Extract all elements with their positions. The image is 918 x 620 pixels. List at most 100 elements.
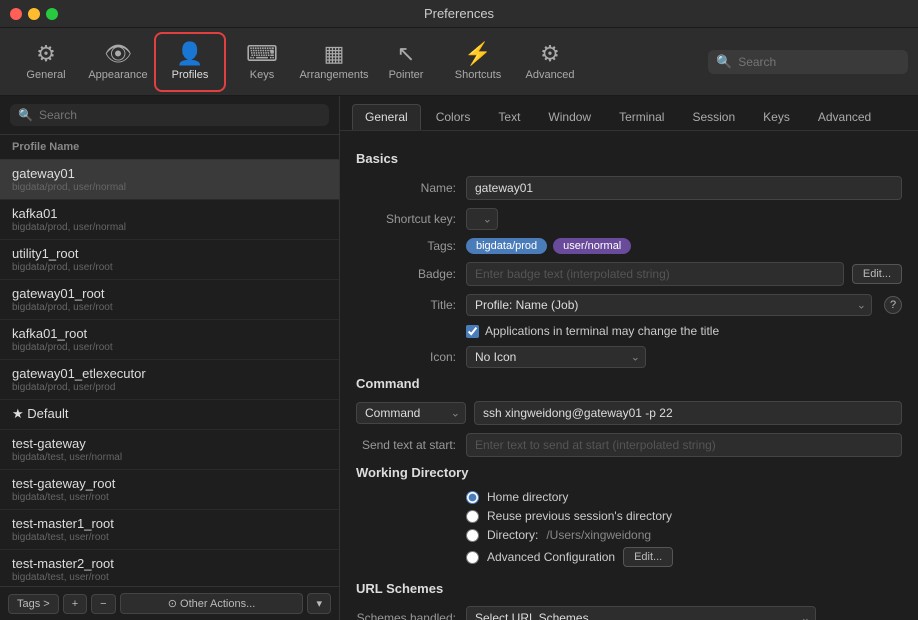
command-input[interactable] (474, 401, 902, 425)
toolbar-item-appearance[interactable]: 👁 Appearance (82, 32, 154, 92)
toolbar-label-general: General (26, 69, 65, 81)
toolbar-item-pointer[interactable]: ↖ Pointer (370, 32, 442, 92)
badge-input[interactable] (466, 262, 844, 286)
tab-colors[interactable]: Colors (423, 104, 484, 130)
tags-button[interactable]: Tags > (8, 594, 59, 614)
list-item[interactable]: gateway01 bigdata/prod, user/normal (0, 160, 339, 200)
radio-reuse-label: Reuse previous session's directory (487, 509, 672, 523)
tags-label: Tags: (356, 239, 466, 253)
toolbar-item-shortcuts[interactable]: ⚡ Shortcuts (442, 32, 514, 92)
close-button[interactable] (10, 8, 22, 20)
tag-user[interactable]: user/normal (553, 238, 631, 254)
toolbar-search-input[interactable] (738, 55, 900, 69)
shortcut-select[interactable] (466, 208, 498, 230)
sidebar-search-input[interactable] (39, 108, 321, 122)
icon-label: Icon: (356, 350, 466, 364)
url-schemes-row: Schemes handled: Select URL Schemes... (356, 606, 902, 620)
radio-reuse-input[interactable] (466, 510, 479, 523)
profile-list-header: Profile Name (0, 135, 339, 160)
title-help-button[interactable]: ? (884, 296, 902, 314)
add-profile-button[interactable]: + (63, 594, 87, 614)
profile-name: kafka01_root (12, 326, 327, 341)
list-item[interactable]: gateway01_root bigdata/prod, user/root (0, 280, 339, 320)
appearance-icon: 👁 (104, 43, 132, 65)
profiles-icon: 👤 (176, 43, 203, 65)
title-change-checkbox[interactable] (466, 325, 479, 338)
badge-field-wrapper: Edit... (466, 262, 902, 286)
profile-sub: bigdata/prod, user/prod (12, 382, 327, 393)
schemes-select[interactable]: Select URL Schemes... (466, 606, 816, 620)
toolbar-item-arrangements[interactable]: ▦ Arrangements (298, 32, 370, 92)
sidebar-search-box[interactable]: 🔍 (10, 104, 329, 126)
toolbar-search-icon: 🔍 (716, 54, 732, 70)
profile-name: test-master2_root (12, 556, 327, 571)
toolbar-label-profiles: Profiles (172, 69, 209, 81)
pointer-icon: ↖ (397, 43, 415, 65)
name-input[interactable] (466, 176, 902, 200)
arrangements-icon: ▦ (324, 43, 345, 65)
list-item[interactable]: ★ Default (0, 400, 339, 430)
minimize-button[interactable] (28, 8, 40, 20)
profile-name: test-gateway (12, 436, 327, 451)
profile-name: test-gateway_root (12, 476, 327, 491)
maximize-button[interactable] (46, 8, 58, 20)
advanced-config-edit-button[interactable]: Edit... (623, 547, 673, 567)
sidebar-search-icon: 🔍 (18, 108, 33, 122)
toolbar-item-general[interactable]: ⚙ General (10, 32, 82, 92)
command-select-wrapper: Command (356, 402, 466, 424)
badge-edit-button[interactable]: Edit... (852, 264, 902, 284)
tab-terminal[interactable]: Terminal (606, 104, 677, 130)
tab-general[interactable]: General (352, 104, 421, 130)
toolbar-label-advanced: Advanced (526, 69, 575, 81)
radio-directory-input[interactable] (466, 529, 479, 542)
schemes-select-wrapper: Select URL Schemes... (466, 606, 902, 620)
name-label: Name: (356, 181, 466, 195)
toolbar-item-advanced[interactable]: ⚙ Advanced (514, 32, 586, 92)
list-item[interactable]: test-master1_root bigdata/test, user/roo… (0, 510, 339, 550)
workdir-section-title: Working Directory (356, 465, 902, 480)
send-text-label: Send text at start: (356, 438, 466, 452)
list-item[interactable]: test-master2_root bigdata/test, user/roo… (0, 550, 339, 586)
icon-select[interactable]: No Icon (466, 346, 646, 368)
tab-advanced[interactable]: Advanced (805, 104, 884, 130)
tab-keys[interactable]: Keys (750, 104, 803, 130)
window-title: Preferences (424, 6, 494, 21)
title-field-wrapper: Profile: Name (Job) ? (466, 294, 902, 316)
tab-window[interactable]: Window (535, 104, 604, 130)
badge-label: Badge: (356, 267, 466, 281)
profile-sub: bigdata/prod, user/root (12, 342, 327, 353)
toolbar-search-box[interactable]: 🔍 (708, 50, 908, 74)
title-select[interactable]: Profile: Name (Job) (466, 294, 872, 316)
profile-list: gateway01 bigdata/prod, user/normal kafk… (0, 160, 339, 586)
url-schemes-title: URL Schemes (356, 581, 902, 596)
radio-directory: Directory: /Users/xingweidong (466, 528, 902, 542)
tab-text[interactable]: Text (485, 104, 533, 130)
tag-bigdata[interactable]: bigdata/prod (466, 238, 547, 254)
profile-sub: bigdata/prod, user/normal (12, 182, 327, 193)
list-item[interactable]: kafka01 bigdata/prod, user/normal (0, 200, 339, 240)
radio-advanced-input[interactable] (466, 551, 479, 564)
command-type-select[interactable]: Command (356, 402, 466, 424)
keys-icon: ⌨ (246, 43, 278, 65)
list-item[interactable]: test-gateway bigdata/test, user/normal (0, 430, 339, 470)
list-item[interactable]: test-gateway_root bigdata/test, user/roo… (0, 470, 339, 510)
toolbar-label-keys: Keys (250, 69, 274, 81)
other-actions-button[interactable]: ⊙ Other Actions... (120, 593, 304, 614)
profile-name: utility1_root (12, 246, 327, 261)
profile-sub: bigdata/test, user/root (12, 572, 327, 583)
working-dir-radio-group: Home directory Reuse previous session's … (466, 490, 902, 567)
name-row: Name: (356, 176, 902, 200)
shortcut-label: Shortcut key: (356, 212, 466, 226)
title-row: Title: Profile: Name (Job) ? (356, 294, 902, 316)
list-item[interactable]: kafka01_root bigdata/prod, user/root (0, 320, 339, 360)
profile-sub: bigdata/test, user/root (12, 532, 327, 543)
list-item[interactable]: utility1_root bigdata/prod, user/root (0, 240, 339, 280)
toolbar-item-keys[interactable]: ⌨ Keys (226, 32, 298, 92)
send-text-input[interactable] (466, 433, 902, 457)
tab-session[interactable]: Session (679, 104, 748, 130)
toolbar-item-profiles[interactable]: 👤 Profiles (154, 32, 226, 92)
remove-profile-button[interactable]: − (91, 594, 115, 614)
radio-home-input[interactable] (466, 491, 479, 504)
list-item[interactable]: gateway01_etlexecutor bigdata/prod, user… (0, 360, 339, 400)
other-actions-dropdown[interactable]: ▾ (307, 593, 331, 614)
